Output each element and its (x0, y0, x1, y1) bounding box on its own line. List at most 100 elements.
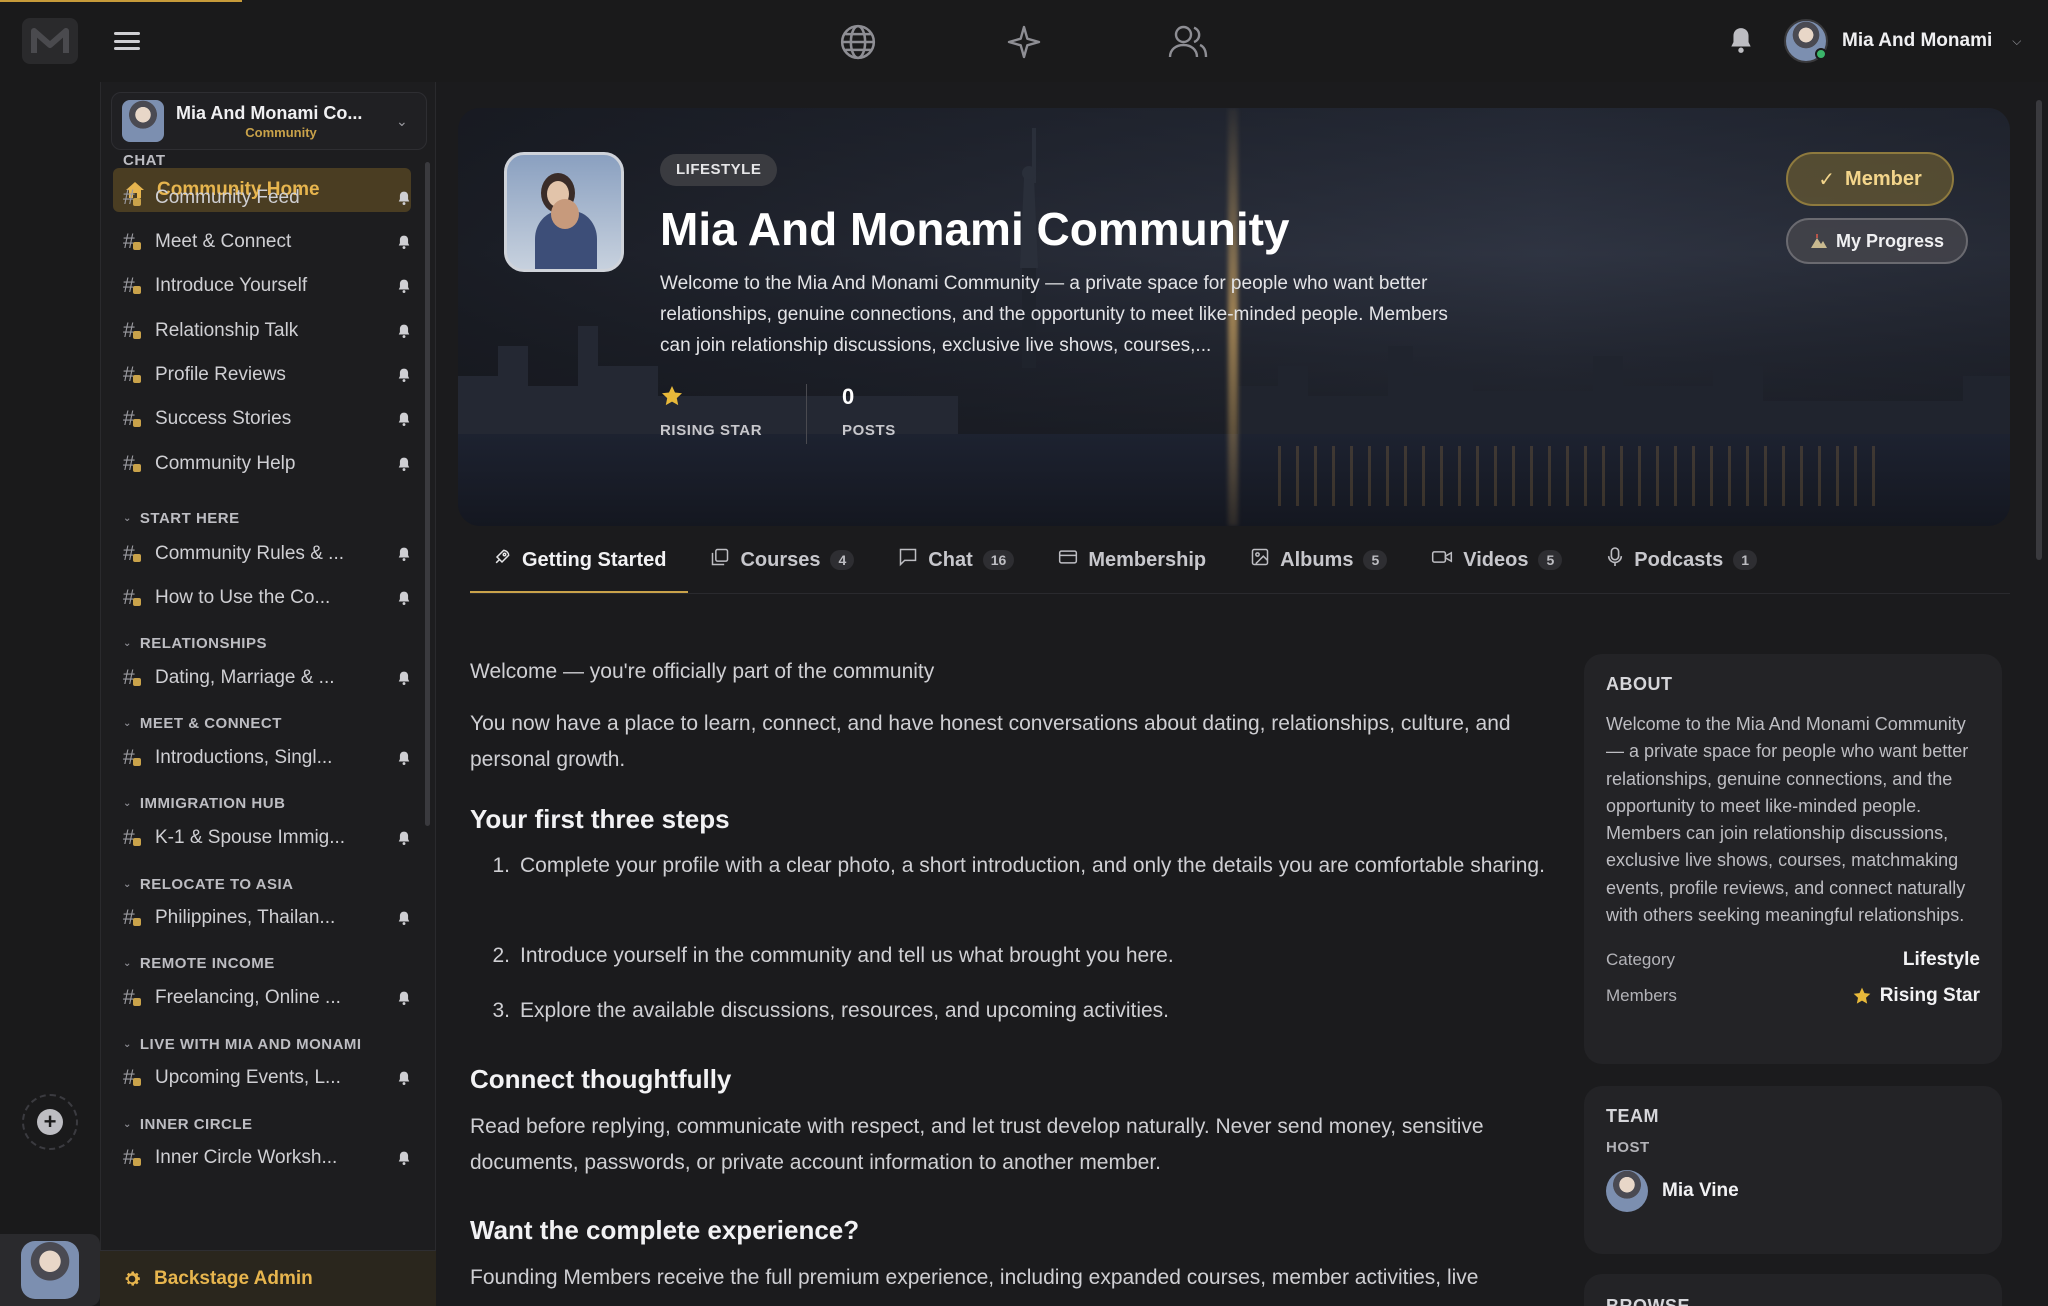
notification-bell-icon[interactable] (397, 190, 413, 207)
star-icon (662, 386, 682, 406)
sparkle-icon[interactable] (1002, 20, 1046, 64)
notification-bell-icon[interactable] (397, 234, 413, 251)
notification-bell-icon[interactable] (397, 670, 413, 687)
sidebar-channel-item[interactable]: # Philippines, Thailan... (123, 900, 413, 936)
channel-label: K-1 & Spouse Immig... (155, 827, 346, 848)
sidebar-section-title[interactable]: ⌄ RELATIONSHIPS (123, 635, 267, 652)
user-menu[interactable]: Mia And Monami ⌵ (1784, 18, 2021, 64)
notifications-bell-icon[interactable] (1728, 26, 1756, 56)
sidebar-channel-item[interactable]: # How to Use the Co... (123, 580, 413, 616)
sidebar-section-title[interactable]: ⌄ RELOCATE TO ASIA (123, 876, 293, 893)
channel-label: Community Rules & ... (155, 543, 344, 564)
sidebar-channel-item[interactable]: # Community Help (123, 446, 413, 482)
sidebar-channel-item[interactable]: # Community Rules & ... (123, 536, 413, 572)
mic-icon (1606, 546, 1624, 574)
globe-icon[interactable] (836, 20, 880, 64)
tab-videos[interactable]: Videos 5 (1409, 526, 1584, 594)
sidebar-section-title[interactable]: ⌄ IMMIGRATION HUB (123, 795, 285, 812)
channel-hash-icon: # (123, 746, 145, 770)
notification-bell-icon[interactable] (397, 590, 413, 607)
sidebar-channel-item[interactable]: # Dating, Marriage & ... (123, 660, 413, 696)
sidebar-section-title[interactable]: ⌄ MEET & CONNECT (123, 715, 282, 732)
sidebar-channel-item[interactable]: # Inner Circle Worksh... (123, 1140, 413, 1176)
steps-heading: Your first three steps (470, 804, 730, 834)
community-name: Mia And Monami Co... (176, 102, 363, 123)
notification-bell-icon[interactable] (397, 750, 413, 767)
step-item: 3. Explore the available discussions, res… (470, 993, 1546, 1029)
sidebar-channel-item[interactable]: # Success Stories (123, 401, 413, 437)
menu-icon[interactable] (114, 28, 140, 54)
my-progress-label: My Progress (1835, 230, 1945, 251)
tab-podcasts[interactable]: Podcasts 1 (1584, 526, 1779, 594)
users-icon[interactable] (1166, 20, 1210, 64)
sidebar-channel-item[interactable]: # Upcoming Events, L... (123, 1060, 413, 1096)
notification-bell-icon[interactable] (397, 367, 413, 384)
backstage-admin-button[interactable]: Backstage Admin (100, 1250, 436, 1306)
category-tag[interactable]: LIFESTYLE (660, 154, 778, 186)
sidebar-channel-item[interactable]: # Meet & Connect (123, 224, 413, 260)
tab-courses[interactable]: Courses 4 (688, 526, 876, 594)
sidebar-section-title[interactable]: ⌄ REMOTE INCOME (123, 955, 275, 972)
chevron-down-icon: ⌄ (123, 638, 132, 649)
channel-label: Community Help (155, 453, 296, 474)
connect-heading: Connect thoughtfully (470, 1064, 732, 1094)
notification-bell-icon[interactable] (397, 1070, 413, 1087)
posts-stat: 0 POSTS (842, 384, 896, 439)
sidebar-channel-item[interactable]: # Introduce Yourself (123, 268, 413, 304)
channel-label: How to Use the Co... (155, 587, 331, 608)
city-lights-image (1278, 446, 1878, 506)
section-label: LIVE WITH MIA AND MONAMI (139, 1036, 362, 1053)
gear-icon (125, 1271, 140, 1286)
step-number: 1. (492, 854, 510, 877)
add-community-button[interactable]: + (22, 1094, 78, 1150)
section-label: MEET & CONNECT (139, 715, 282, 732)
tab-albums[interactable]: Albums 5 (1228, 526, 1409, 594)
tab-getting-started[interactable]: Getting Started (470, 526, 689, 594)
sidebar-section-title[interactable]: ⌄ LIVE WITH MIA AND MONAMI (123, 1036, 362, 1053)
notification-bell-icon[interactable] (397, 990, 413, 1007)
notification-bell-icon[interactable] (397, 1150, 413, 1167)
main-scrollbar[interactable] (2036, 100, 2042, 560)
notification-bell-icon[interactable] (397, 323, 413, 340)
sidebar-channel-item[interactable]: # K-1 & Spouse Immig... (123, 820, 413, 856)
rail-community-avatar[interactable] (0, 1234, 100, 1306)
app-logo[interactable] (22, 18, 78, 64)
category-label: Category (1606, 950, 1675, 970)
channel-hash-icon: # (123, 1066, 145, 1090)
notification-bell-icon[interactable] (397, 546, 413, 563)
category-value[interactable]: Lifestyle (1903, 949, 1980, 971)
channel-hash-icon: # (123, 542, 145, 566)
community-switcher[interactable]: Mia And Monami Co... Community ⌄ (111, 92, 427, 150)
host-member[interactable]: Mia Vine (1606, 1170, 1980, 1212)
sidebar-section-title[interactable]: ⌄ START HERE (123, 510, 240, 527)
notification-bell-icon[interactable] (397, 278, 413, 295)
section-label: RELATIONSHIPS (139, 635, 267, 652)
sidebar-channel-item[interactable]: # Community Feed (123, 180, 413, 216)
tab-membership[interactable]: Membership (1036, 526, 1228, 594)
community-title: Mia And Monami Community (660, 203, 1290, 255)
tab-count-badge: 5 (1538, 550, 1563, 570)
sidebar-channel-item[interactable]: # Freelancing, Online ... (123, 980, 413, 1016)
tab-label: Membership (1088, 548, 1207, 571)
sidebar-scrollbar[interactable] (425, 162, 430, 826)
notification-bell-icon[interactable] (397, 830, 413, 847)
sidebar-section-title[interactable]: ⌄ INNER CIRCLE (123, 1116, 253, 1133)
section-label: START HERE (139, 510, 240, 527)
chevron-down-icon: ⌄ (123, 718, 132, 729)
sidebar-channel-item[interactable]: # Introductions, Singl... (123, 740, 413, 776)
sidebar-channel-item[interactable]: # Profile Reviews (123, 357, 413, 393)
about-body: Welcome to the Mia And Monami Community … (1606, 714, 1969, 926)
host-label: HOST (1606, 1139, 1650, 1156)
my-progress-button[interactable]: My Progress (1786, 218, 1968, 264)
notification-bell-icon[interactable] (397, 910, 413, 927)
community-description: Welcome to the Mia And Monami Community … (660, 273, 1448, 356)
chevron-down-icon: ⌄ (123, 513, 132, 524)
video-icon (1431, 548, 1453, 572)
member-button[interactable]: ✓ Member (1786, 152, 1954, 206)
about-title: ABOUT (1606, 674, 1673, 694)
loading-bar (0, 0, 242, 2)
notification-bell-icon[interactable] (397, 411, 413, 428)
tab-chat[interactable]: Chat 16 (876, 526, 1036, 594)
sidebar-channel-item[interactable]: # Relationship Talk (123, 313, 413, 349)
notification-bell-icon[interactable] (397, 456, 413, 473)
